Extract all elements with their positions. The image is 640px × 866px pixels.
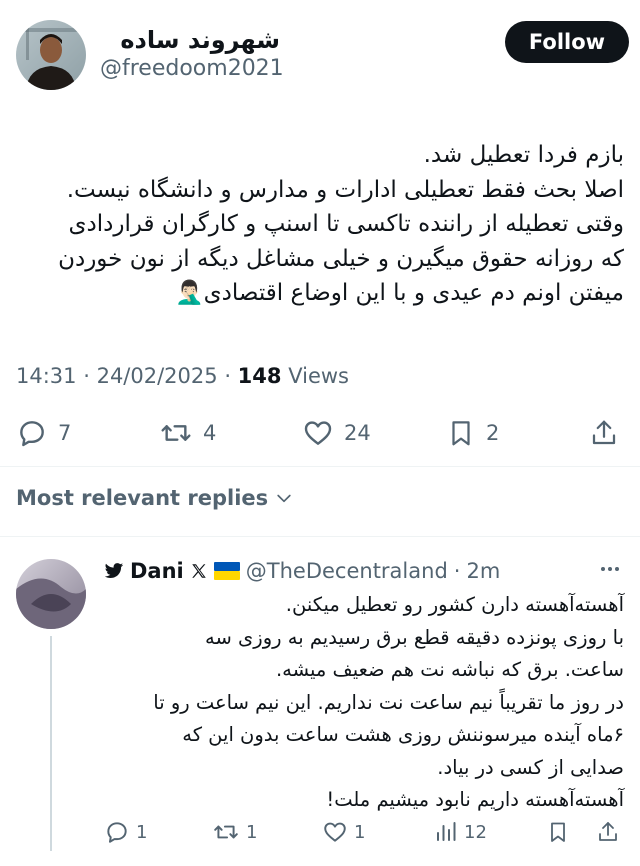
reply-reply-button[interactable]: 1 [104, 816, 147, 848]
reply-text: آهسته‌آهسته دارن کشور رو تعطیل میکنن. با… [104, 589, 624, 817]
repost-button[interactable]: 4 [159, 414, 216, 452]
share-icon [589, 417, 619, 449]
tweet-actions: 7 4 24 2 [16, 414, 624, 452]
bookmark-count: 2 [486, 421, 500, 445]
chevron-down-icon [274, 488, 294, 508]
like-count: 24 [344, 421, 371, 445]
reply-text-line: ساعت. برق که نباشه نت هم ضعیف میشه. [275, 658, 624, 681]
reply-views-button[interactable]: 12 [434, 816, 487, 848]
follow-button[interactable]: Follow [505, 21, 629, 63]
reply-share-button[interactable] [596, 816, 620, 848]
meta-separator: · [224, 364, 238, 388]
tweet-date[interactable]: 24/02/2025 [97, 364, 218, 388]
tweet-text-line: وقتی تعطیله از راننده تاکسی تا اسنپ و کا… [68, 211, 624, 237]
more-button[interactable] [598, 561, 622, 580]
divider [0, 466, 640, 467]
tweet-text-line: اصلا بحث فقط تعطیلی ادارات و مدارس و دان… [66, 176, 624, 203]
reply-bookmark-button[interactable] [546, 816, 570, 848]
bookmark-icon [446, 417, 476, 449]
reply-actions: 1 1 1 12 [104, 816, 624, 848]
bookmark-icon [546, 819, 570, 845]
share-button[interactable] [589, 414, 619, 452]
flag-icon [213, 562, 240, 580]
bookmark-button[interactable]: 2 [446, 414, 499, 452]
reply-repost-count: 1 [246, 821, 258, 843]
reply-time[interactable]: 2m [466, 559, 500, 583]
reply-author-name[interactable]: Dani [130, 559, 184, 583]
x-logo-icon [190, 562, 208, 580]
tweet-text-line: بازم فردا تعطیل شد. [423, 142, 624, 168]
author-handle[interactable]: @freedoom2021 [100, 56, 284, 81]
like-icon [322, 819, 348, 845]
reply-author-avatar[interactable] [16, 559, 86, 629]
reply-reply-count: 1 [136, 821, 148, 843]
divider [0, 536, 640, 537]
thread-line [50, 636, 52, 851]
replies-sort-dropdown[interactable]: Most relevant replies [16, 486, 294, 510]
more-icon [598, 562, 622, 576]
views-label: Views [288, 364, 349, 388]
reply-icon [16, 417, 48, 449]
reply-text-line: با روزی پونزده دقیقه قطع برق رسیدیم به ر… [205, 625, 624, 649]
like-button[interactable]: 24 [302, 414, 371, 452]
replies-sort-label: Most relevant replies [16, 486, 269, 510]
reply-repost-button[interactable]: 1 [212, 816, 257, 848]
tweet-meta: 14:31 · 24/02/2025 · 148 Views [16, 364, 349, 388]
repost-icon [212, 819, 240, 845]
reply-text-line: در روز ما تقریباً نیم ساعت نت نداریم. ای… [153, 690, 624, 714]
author-name[interactable]: شهروند ساده [120, 26, 280, 54]
tweet-text-line: که روزانه حقوق میگیرن و خیلی مشاغل دیگه … [58, 245, 624, 272]
meta-separator: · [453, 559, 461, 583]
verified-badge-icon [104, 562, 124, 580]
reply-count: 7 [58, 421, 72, 445]
share-icon [596, 819, 620, 845]
reply-text-line: ۶ماه آینده میرسوننش روزی هشت ساعت بدون ا… [182, 723, 624, 746]
repost-count: 4 [203, 421, 217, 445]
reply-views-count: 12 [464, 821, 487, 843]
author-avatar[interactable] [16, 20, 86, 90]
reply-button[interactable]: 7 [16, 414, 71, 452]
tweet-text-line: میفتن اونم دم عیدی و با این اوضاع اقتصاد… [175, 280, 624, 306]
reply-header: Dani @TheDecentraland · 2m [104, 556, 500, 586]
reply-icon [104, 819, 130, 845]
reply-author-handle[interactable]: @TheDecentraland [246, 559, 448, 583]
reply-text-line: آهسته‌آهسته دارن کشور رو تعطیل میکنن. [285, 593, 624, 616]
like-icon [302, 417, 334, 449]
views-icon [434, 819, 458, 845]
repost-icon [159, 417, 193, 449]
views-count: 148 [237, 364, 282, 388]
reply-like-count: 1 [354, 821, 366, 843]
tweet-time[interactable]: 14:31 [16, 364, 77, 388]
reply-text-line: صدایی از کسی در بیاد. [437, 755, 624, 779]
reply-like-button[interactable]: 1 [322, 816, 365, 848]
meta-separator: · [83, 364, 97, 388]
tweet-text: بازم فردا تعطیل شد. اصلا بحث فقط تعطیلی … [16, 138, 624, 311]
reply-text-line: آهسته‌آهسته داریم نابود میشیم ملت! [326, 788, 624, 811]
